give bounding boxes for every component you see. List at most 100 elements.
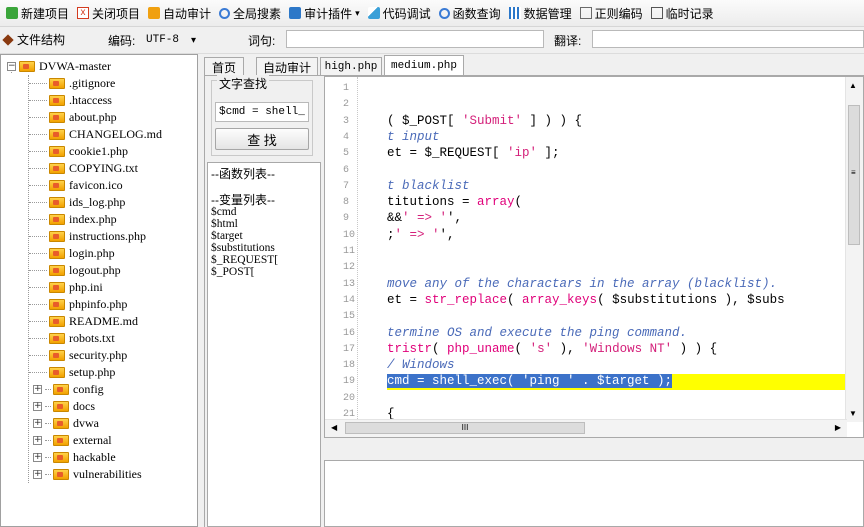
line-number: 2 [343,99,350,111]
file-icon [49,316,65,327]
tree-folder[interactable]: + external [33,432,112,449]
line-number: 5 [343,148,350,160]
close-project-icon: x [77,7,90,19]
expand-icon[interactable]: + [33,419,42,428]
horizontal-scrollbar[interactable]: ◀ III ▶ [325,419,847,437]
list-item[interactable]: $html [211,218,278,230]
list-item[interactable]: $cmd [211,206,278,218]
tree-file[interactable]: COPYING.txt [29,160,138,177]
file-icon [49,350,65,361]
line-number: 12 [343,262,356,274]
folder-icon [19,61,35,72]
function-list-header: --函数列表-- [211,167,275,181]
code-line: tristr( php_uname( 's' ), 'Windows NT' )… [387,341,718,356]
temp-record-button[interactable]: 临时记录 [647,2,718,24]
tree-folder[interactable]: + config [33,381,104,398]
line-number: 6 [343,164,350,176]
file-icon [49,265,65,276]
line-number: 18 [343,360,356,372]
auto-audit-button[interactable]: 自动审计 [144,2,215,24]
file-icon [49,299,65,310]
expand-icon[interactable]: + [33,402,42,411]
list-item[interactable]: $_REQUEST[ [211,254,278,266]
tree-folder[interactable]: + vulnerabilities [33,466,142,483]
expand-icon[interactable]: + [33,436,42,445]
audit-plugin-button[interactable]: 审计插件 ▾ [285,2,364,24]
line-number: 8 [343,197,350,209]
tree-root[interactable]: − DVWA-master [7,58,111,75]
file-structure-button[interactable]: 文件结构 [2,31,65,48]
hscroll-thumb[interactable]: III [345,422,585,434]
collapse-icon[interactable]: − [7,62,16,71]
encoding-select[interactable]: UTF-8 ▾ [146,31,206,49]
tree-file[interactable]: instructions.php [29,228,146,245]
tree-file[interactable]: logout.php [29,262,121,279]
output-panel[interactable] [324,460,864,527]
list-item[interactable]: $target [211,230,278,242]
file-icon [49,78,65,89]
tree-file[interactable]: about.php [29,109,117,126]
tree-folder[interactable]: + docs [33,398,95,415]
tree-folder[interactable]: + hackable [33,449,116,466]
tree-file[interactable]: ids_log.php [29,194,125,211]
tab-high-php[interactable]: high.php [320,57,382,76]
code-line: t input [387,129,440,144]
scroll-thumb[interactable]: ≡ [848,105,860,245]
tab-medium-php[interactable]: medium.php [384,55,464,76]
new-project-button[interactable]: 新建项目 [2,2,73,24]
file-tree[interactable]: − DVWA-master .gitignore .htaccess about… [0,54,198,527]
tab-home[interactable]: 首页 [204,57,244,76]
code-debug-button[interactable]: 代码调试 [364,2,435,24]
expand-icon[interactable]: + [33,470,42,479]
list-item[interactable]: $_POST[ [211,266,278,278]
tree-file[interactable]: cookie1.php [29,143,128,160]
code-line: t blacklist [387,178,470,193]
new-project-icon [6,7,18,19]
secondary-toolbar: 文件结构 编码: UTF-8 ▾ 词句: 翻译: [0,27,864,54]
tree-file[interactable]: phpinfo.php [29,296,127,313]
scroll-up-icon[interactable]: ▲ [849,81,857,90]
tree-file[interactable]: .htaccess [29,92,112,109]
tree-file[interactable]: php.ini [29,279,103,296]
code-editor[interactable]: 1 2 3 4 5 6 7 8 9 10 11 12 13 14 15 16 17 18 19 20 21 ( $_PO… [324,76,864,438]
global-search-button[interactable]: 全局搜素 [215,2,285,24]
translate-input[interactable] [592,30,864,48]
tree-file[interactable]: login.php [29,245,115,262]
code-line: &&' => '', [387,211,463,226]
regex-encode-icon [579,7,592,19]
tree-file[interactable]: setup.php [29,364,115,381]
tree-file[interactable]: CHANGELOG.md [29,126,162,143]
phrase-input[interactable] [286,30,544,48]
list-item[interactable]: $substitutions [211,242,278,254]
expand-icon[interactable]: + [33,385,42,394]
regex-encode-button[interactable]: 正则编码 [576,2,647,24]
code-debug-icon [367,7,380,19]
tree-file[interactable]: robots.txt [29,330,115,347]
code-line: titutions = array( [387,195,523,210]
text-search-input[interactable]: $cmd = shell_ [215,102,309,122]
file-icon [49,129,65,140]
file-icon [49,333,65,344]
find-button[interactable]: 查 找 [215,128,309,150]
line-number: 10 [343,229,356,241]
tab-auto-audit[interactable]: 自动审计 [256,57,318,76]
function-list[interactable]: --函数列表-- --变量列表-- $cmd $html $target $su… [207,162,321,527]
file-icon [49,367,65,378]
tree-file[interactable]: security.php [29,347,127,364]
data-manage-button[interactable]: 数据管理 [505,2,576,24]
function-query-button[interactable]: 函数查询 [435,2,505,24]
main-toolbar: 新建项目 x 关闭项目 自动审计 全局搜素 审计插件 ▾ 代码调试 函数查询 数… [0,0,864,27]
tree-folder[interactable]: + dvwa [33,415,99,432]
tree-file[interactable]: index.php [29,211,117,228]
code-line: ;' => '', [387,227,455,242]
tree-file[interactable]: favicon.ico [29,177,123,194]
scroll-right-icon[interactable]: ▶ [835,423,841,432]
vertical-scrollbar[interactable]: ▲ ≡ ▼ [845,77,863,422]
close-project-button[interactable]: x 关闭项目 [73,2,144,24]
line-number: 14 [343,294,356,306]
expand-icon[interactable]: + [33,453,42,462]
scroll-down-icon[interactable]: ▼ [849,409,857,418]
scroll-left-icon[interactable]: ◀ [331,423,337,432]
tree-file[interactable]: .gitignore [29,75,115,92]
tree-file[interactable]: README.md [29,313,138,330]
